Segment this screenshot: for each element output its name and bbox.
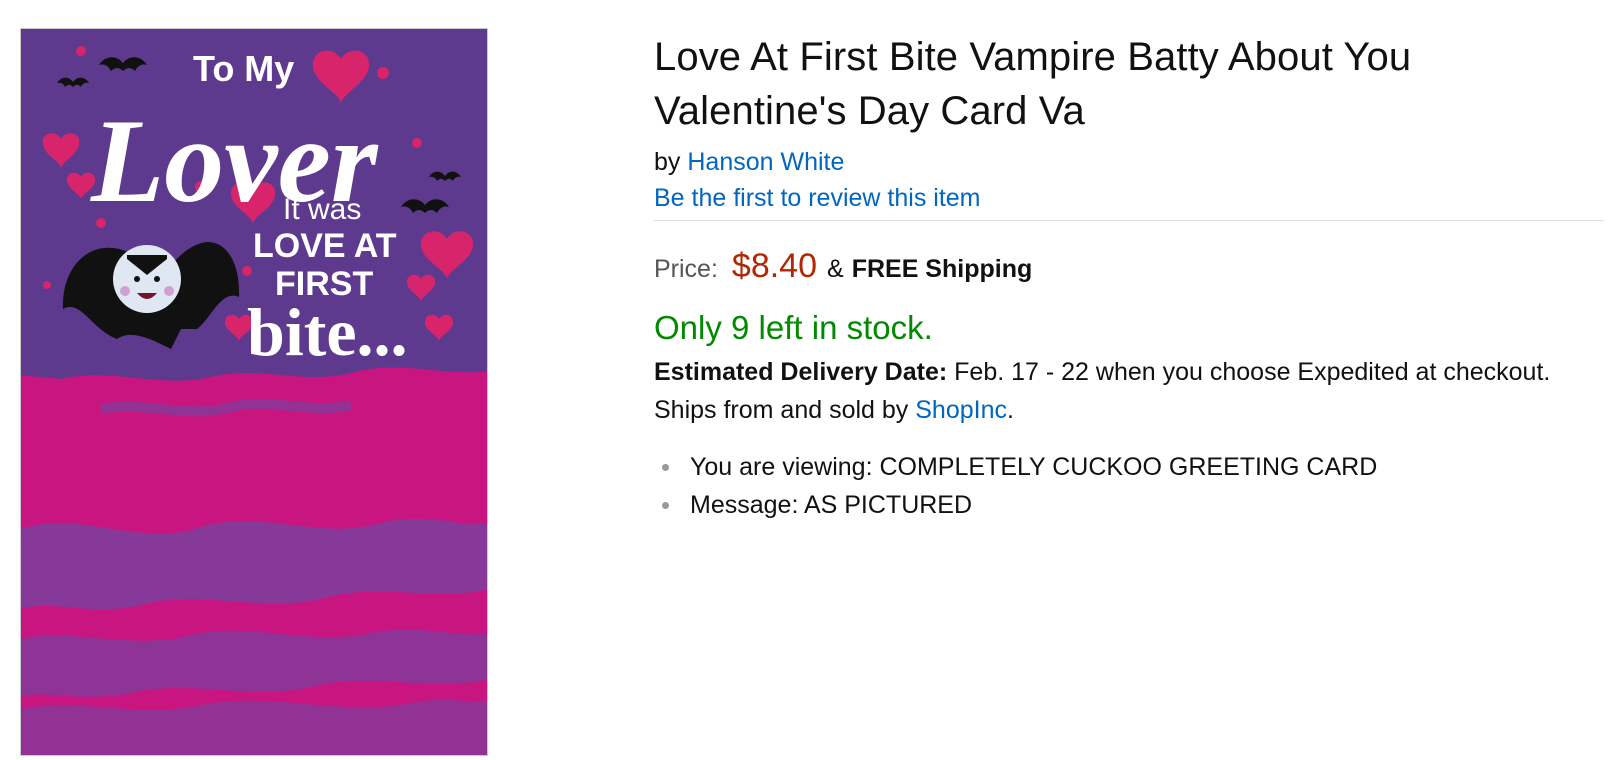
greeting-card-illustration: To My Lover It was LOVE AT FIRST bite... xyxy=(21,29,487,755)
price-label: Price: xyxy=(654,255,718,283)
byline: by Hanson White xyxy=(654,146,1604,178)
delivery-estimate: Estimated Delivery Date: Feb. 17 - 22 wh… xyxy=(654,356,1604,388)
ships-prefix: Ships from and sold by xyxy=(654,396,909,424)
stock-status: Only 9 left in stock. xyxy=(654,309,933,346)
brand-link[interactable]: Hanson White xyxy=(687,148,844,176)
bullet-dot-icon xyxy=(662,502,669,509)
review-link[interactable]: Be the first to review this item xyxy=(654,182,981,214)
shipping-ampersand: & xyxy=(827,255,844,283)
list-item: Message: AS PICTURED xyxy=(654,486,1604,524)
byline-prefix: by xyxy=(654,148,681,176)
product-image[interactable]: To My Lover It was LOVE AT FIRST bite... xyxy=(20,28,488,756)
divider xyxy=(654,220,1604,221)
feature-bullets: You are viewing: COMPLETELY CUCKOO GREET… xyxy=(654,448,1604,524)
ships-from: Ships from and sold by ShopInc. xyxy=(654,394,1604,426)
product-title: Love At First Bite Vampire Batty About Y… xyxy=(654,35,1412,133)
card-text-it-was: It was xyxy=(283,193,361,226)
card-text-to-my: To My xyxy=(193,48,294,89)
card-text-love-at: LOVE AT xyxy=(253,227,397,265)
delivery-label: Estimated Delivery Date: xyxy=(654,358,948,386)
free-shipping-text: FREE Shipping xyxy=(851,255,1033,283)
bullet-text: Message: AS PICTURED xyxy=(690,491,973,519)
bullet-dot-icon xyxy=(662,464,669,471)
list-item: You are viewing: COMPLETELY CUCKOO GREET… xyxy=(654,448,1604,486)
bullet-text: You are viewing: COMPLETELY CUCKOO GREET… xyxy=(690,453,1378,481)
delivery-text: Feb. 17 - 22 when you choose Expedited a… xyxy=(954,358,1551,386)
ships-suffix: . xyxy=(1007,396,1014,424)
product-details: Love At First Bite Vampire Batty About Y… xyxy=(654,30,1604,524)
price-row: Price: $8.40 & FREE Shipping xyxy=(654,247,1604,286)
price-value: $8.40 xyxy=(731,247,817,285)
card-text-bite: bite... xyxy=(247,294,408,370)
seller-link[interactable]: ShopInc xyxy=(915,396,1007,424)
